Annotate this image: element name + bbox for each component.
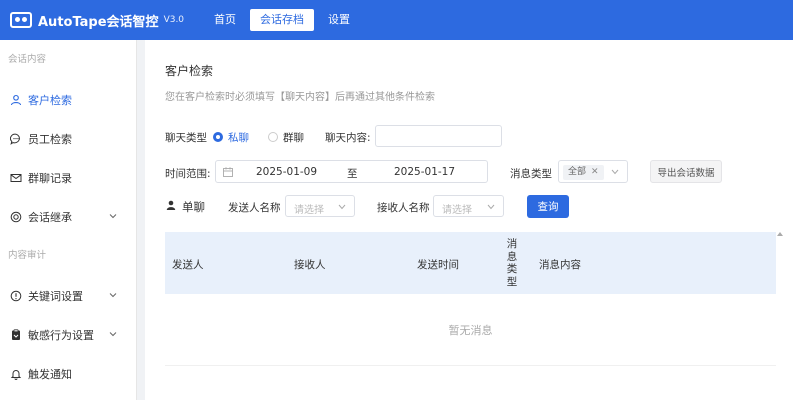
sidebar-item-staff-search[interactable]: 员工检索 [0, 119, 136, 158]
column-message-type[interactable]: 消 息 类 型 [505, 238, 519, 288]
msg-type-label: 消息类型 [510, 168, 552, 180]
message-table: 发送人 接收人 发送时间 消 息 类 型 消息内容 暂无消息 [165, 232, 776, 400]
date-separator: 至 [347, 168, 358, 180]
sidebar-item-group-chat-records[interactable]: 群聊记录 [0, 158, 136, 197]
sidebar-item-customer-search[interactable]: 客户检索 [0, 80, 136, 119]
column-sender[interactable]: 发送人 [172, 257, 204, 272]
sender-placeholder: 请选择 [294, 205, 324, 216]
chat-content-label: 聊天内容: [325, 132, 371, 144]
sidebar-item-trigger-notify[interactable]: 触发通知 [0, 354, 136, 393]
sidebar-item-label: 群聊记录 [28, 171, 72, 185]
user-icon [166, 200, 176, 210]
chevron-down-icon [109, 293, 117, 298]
mail-icon [10, 172, 22, 184]
chevron-down-icon [109, 332, 117, 337]
sidebar-group-audit: 内容审计 [8, 250, 47, 261]
sidebar-item-session-inherit[interactable]: 会话继承 [0, 197, 136, 236]
column-send-time[interactable]: 发送时间 [417, 257, 459, 272]
info-circle-icon [10, 290, 22, 302]
date-range-picker[interactable]: 2025-01-09 至 2025-01-17 [215, 160, 488, 183]
radio-private-label[interactable]: 私聊 [228, 130, 249, 145]
logo-icon [10, 12, 32, 28]
radio-group-chat[interactable] [268, 132, 278, 142]
chat-bubble-icon [10, 133, 22, 145]
top-navbar: AutoTape会话智控 V3.0 首页 会话存档 设置 [0, 0, 793, 40]
chevron-down-icon [338, 204, 346, 210]
column-receiver[interactable]: 接收人 [294, 257, 326, 272]
scroll-up-icon[interactable] [777, 232, 783, 236]
sidebar-item-label: 员工检索 [28, 132, 72, 146]
msg-type-select[interactable]: 全部 ✕ [558, 160, 628, 183]
clipboard-icon [10, 328, 22, 341]
bell-icon [10, 368, 22, 380]
sidebar-item-label: 敏感行为设置 [28, 328, 94, 342]
chat-content-input[interactable] [375, 125, 502, 147]
page-hint: 您在客户检索时必须填写【聊天内容】后再通过其他条件检索 [165, 92, 435, 103]
nav-settings[interactable]: 设置 [318, 9, 360, 31]
sidebar: 会话内容 客户检索 员工检索 群聊记录 会话继承 内容审计 关键词设置 敏感行为… [0, 40, 137, 400]
app-logo[interactable]: AutoTape会话智控 V3.0 [10, 0, 184, 40]
app-version: V3.0 [163, 15, 185, 25]
close-icon[interactable]: ✕ [591, 165, 599, 180]
sender-select[interactable]: 请选择 [285, 195, 355, 217]
msg-type-tag-label: 全部 [568, 167, 587, 177]
user-icon [10, 94, 22, 106]
radio-group-label[interactable]: 群聊 [283, 130, 304, 145]
sidebar-item-label: 会话继承 [28, 210, 72, 224]
export-session-button[interactable]: 导出会话数据 [650, 160, 722, 183]
chat-type-label: 聊天类型 [165, 132, 207, 144]
chevron-down-icon [611, 169, 619, 175]
table-header: 发送人 接收人 发送时间 消 息 类 型 消息内容 [165, 232, 776, 294]
msg-type-tag: 全部 ✕ [563, 165, 604, 180]
calendar-icon [223, 167, 233, 177]
receiver-name-label: 接收人名称 [377, 202, 430, 214]
chevron-down-icon [109, 214, 117, 219]
column-message-content[interactable]: 消息内容 [539, 257, 581, 272]
section-single-chat: 单聊 [182, 200, 205, 214]
table-scrollbar[interactable] [777, 232, 783, 400]
time-range-label: 时间范围: [165, 168, 211, 180]
sidebar-item-keyword-settings[interactable]: 关键词设置 [0, 276, 136, 315]
nav-home[interactable]: 首页 [204, 9, 246, 31]
sidebar-item-sensitive-behavior[interactable]: 敏感行为设置 [0, 315, 136, 354]
app-title: AutoTape会话智控 [38, 14, 159, 30]
sidebar-item-label: 关键词设置 [28, 289, 83, 303]
main-panel: 客户检索 您在客户检索时必须填写【聊天内容】后再通过其他条件检索 聊天类型 私聊… [145, 40, 793, 400]
date-end[interactable]: 2025-01-17 [394, 166, 455, 178]
date-start[interactable]: 2025-01-09 [256, 166, 317, 178]
inherit-icon [10, 211, 22, 223]
page-title: 客户检索 [165, 64, 214, 78]
sidebar-item-label: 客户检索 [28, 93, 72, 107]
nav-session-archive[interactable]: 会话存档 [250, 9, 315, 31]
receiver-select[interactable]: 请选择 [433, 195, 504, 217]
empty-state: 暂无消息 [165, 294, 776, 366]
sender-name-label: 发送人名称 [228, 202, 281, 214]
chevron-down-icon [487, 204, 495, 210]
search-button[interactable]: 查询 [527, 195, 569, 218]
sidebar-item-label: 触发通知 [28, 367, 72, 381]
receiver-placeholder: 请选择 [442, 205, 472, 216]
main-nav: 首页 会话存档 设置 [204, 0, 364, 40]
sidebar-group-content: 会话内容 [8, 54, 47, 65]
radio-private-chat[interactable] [213, 132, 223, 142]
